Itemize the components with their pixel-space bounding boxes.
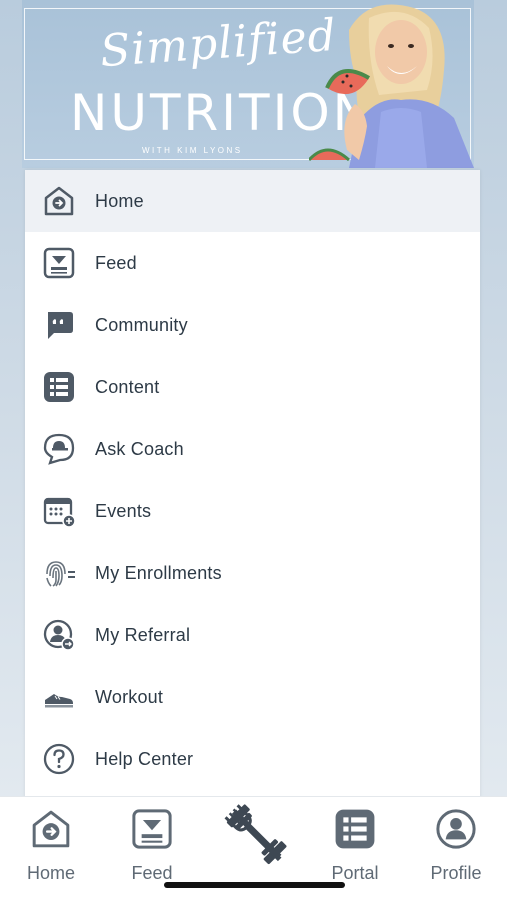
menu-label-workout: Workout bbox=[95, 686, 164, 707]
menu-label-feed: Feed bbox=[95, 252, 137, 273]
menu-item-help-center[interactable]: Help Center bbox=[25, 728, 480, 790]
menu-item-community[interactable]: Community bbox=[25, 294, 480, 356]
referral-icon bbox=[41, 617, 77, 653]
home-indicator[interactable] bbox=[164, 882, 345, 888]
menu-item-workout[interactable]: Workout bbox=[25, 666, 480, 728]
side-menu: Home Feed Community Content Ask Coach Ev… bbox=[25, 170, 480, 800]
tab-home[interactable]: Home bbox=[6, 805, 96, 884]
ask-coach-icon bbox=[41, 431, 77, 467]
menu-label-content: Content bbox=[95, 376, 160, 397]
menu-item-feed[interactable]: Feed bbox=[25, 232, 480, 294]
menu-label-my-referral: My Referral bbox=[95, 624, 191, 645]
menu-item-my-enrollments[interactable]: My Enrollments bbox=[25, 542, 480, 604]
events-icon bbox=[41, 493, 77, 529]
menu-item-events[interactable]: Events bbox=[25, 480, 480, 542]
help-icon bbox=[41, 741, 77, 777]
menu-label-help-center: Help Center bbox=[95, 748, 194, 769]
feed-icon bbox=[128, 805, 176, 853]
header-banner: Simplified NUTRITION WITH KIM LYONS bbox=[22, 0, 474, 168]
tab-profile[interactable]: Profile bbox=[411, 805, 501, 884]
home-icon bbox=[27, 805, 75, 853]
coach-portrait bbox=[309, 4, 474, 168]
shoe-icon bbox=[41, 679, 77, 715]
brand-sub-text: WITH KIM LYONS bbox=[142, 146, 243, 155]
fingerprint-icon bbox=[41, 555, 77, 591]
tab-profile-label: Profile bbox=[430, 863, 482, 883]
tab-feed-label: Feed bbox=[131, 863, 173, 883]
tab-feed[interactable]: Feed bbox=[107, 805, 197, 884]
tab-home-label: Home bbox=[26, 863, 75, 883]
dumbbell-fork-logo-icon[interactable] bbox=[218, 797, 294, 873]
menu-item-home[interactable]: Home bbox=[25, 170, 480, 232]
tab-portal[interactable]: Portal bbox=[310, 805, 400, 884]
menu-label-my-enrollments: My Enrollments bbox=[95, 562, 222, 583]
menu-label-community: Community bbox=[95, 314, 188, 335]
portal-icon bbox=[331, 805, 379, 853]
community-icon bbox=[41, 307, 77, 343]
menu-item-my-referral[interactable]: My Referral bbox=[25, 604, 480, 666]
profile-icon bbox=[432, 805, 480, 853]
content-icon bbox=[41, 369, 77, 405]
menu-item-content[interactable]: Content bbox=[25, 356, 480, 418]
menu-item-ask-coach[interactable]: Ask Coach bbox=[25, 418, 480, 480]
feed-icon bbox=[41, 245, 77, 281]
menu-label-events: Events bbox=[95, 500, 152, 521]
home-icon bbox=[41, 183, 77, 219]
tab-portal-label: Portal bbox=[331, 863, 379, 883]
menu-label-ask-coach: Ask Coach bbox=[95, 438, 184, 459]
menu-label-home: Home bbox=[95, 190, 144, 211]
